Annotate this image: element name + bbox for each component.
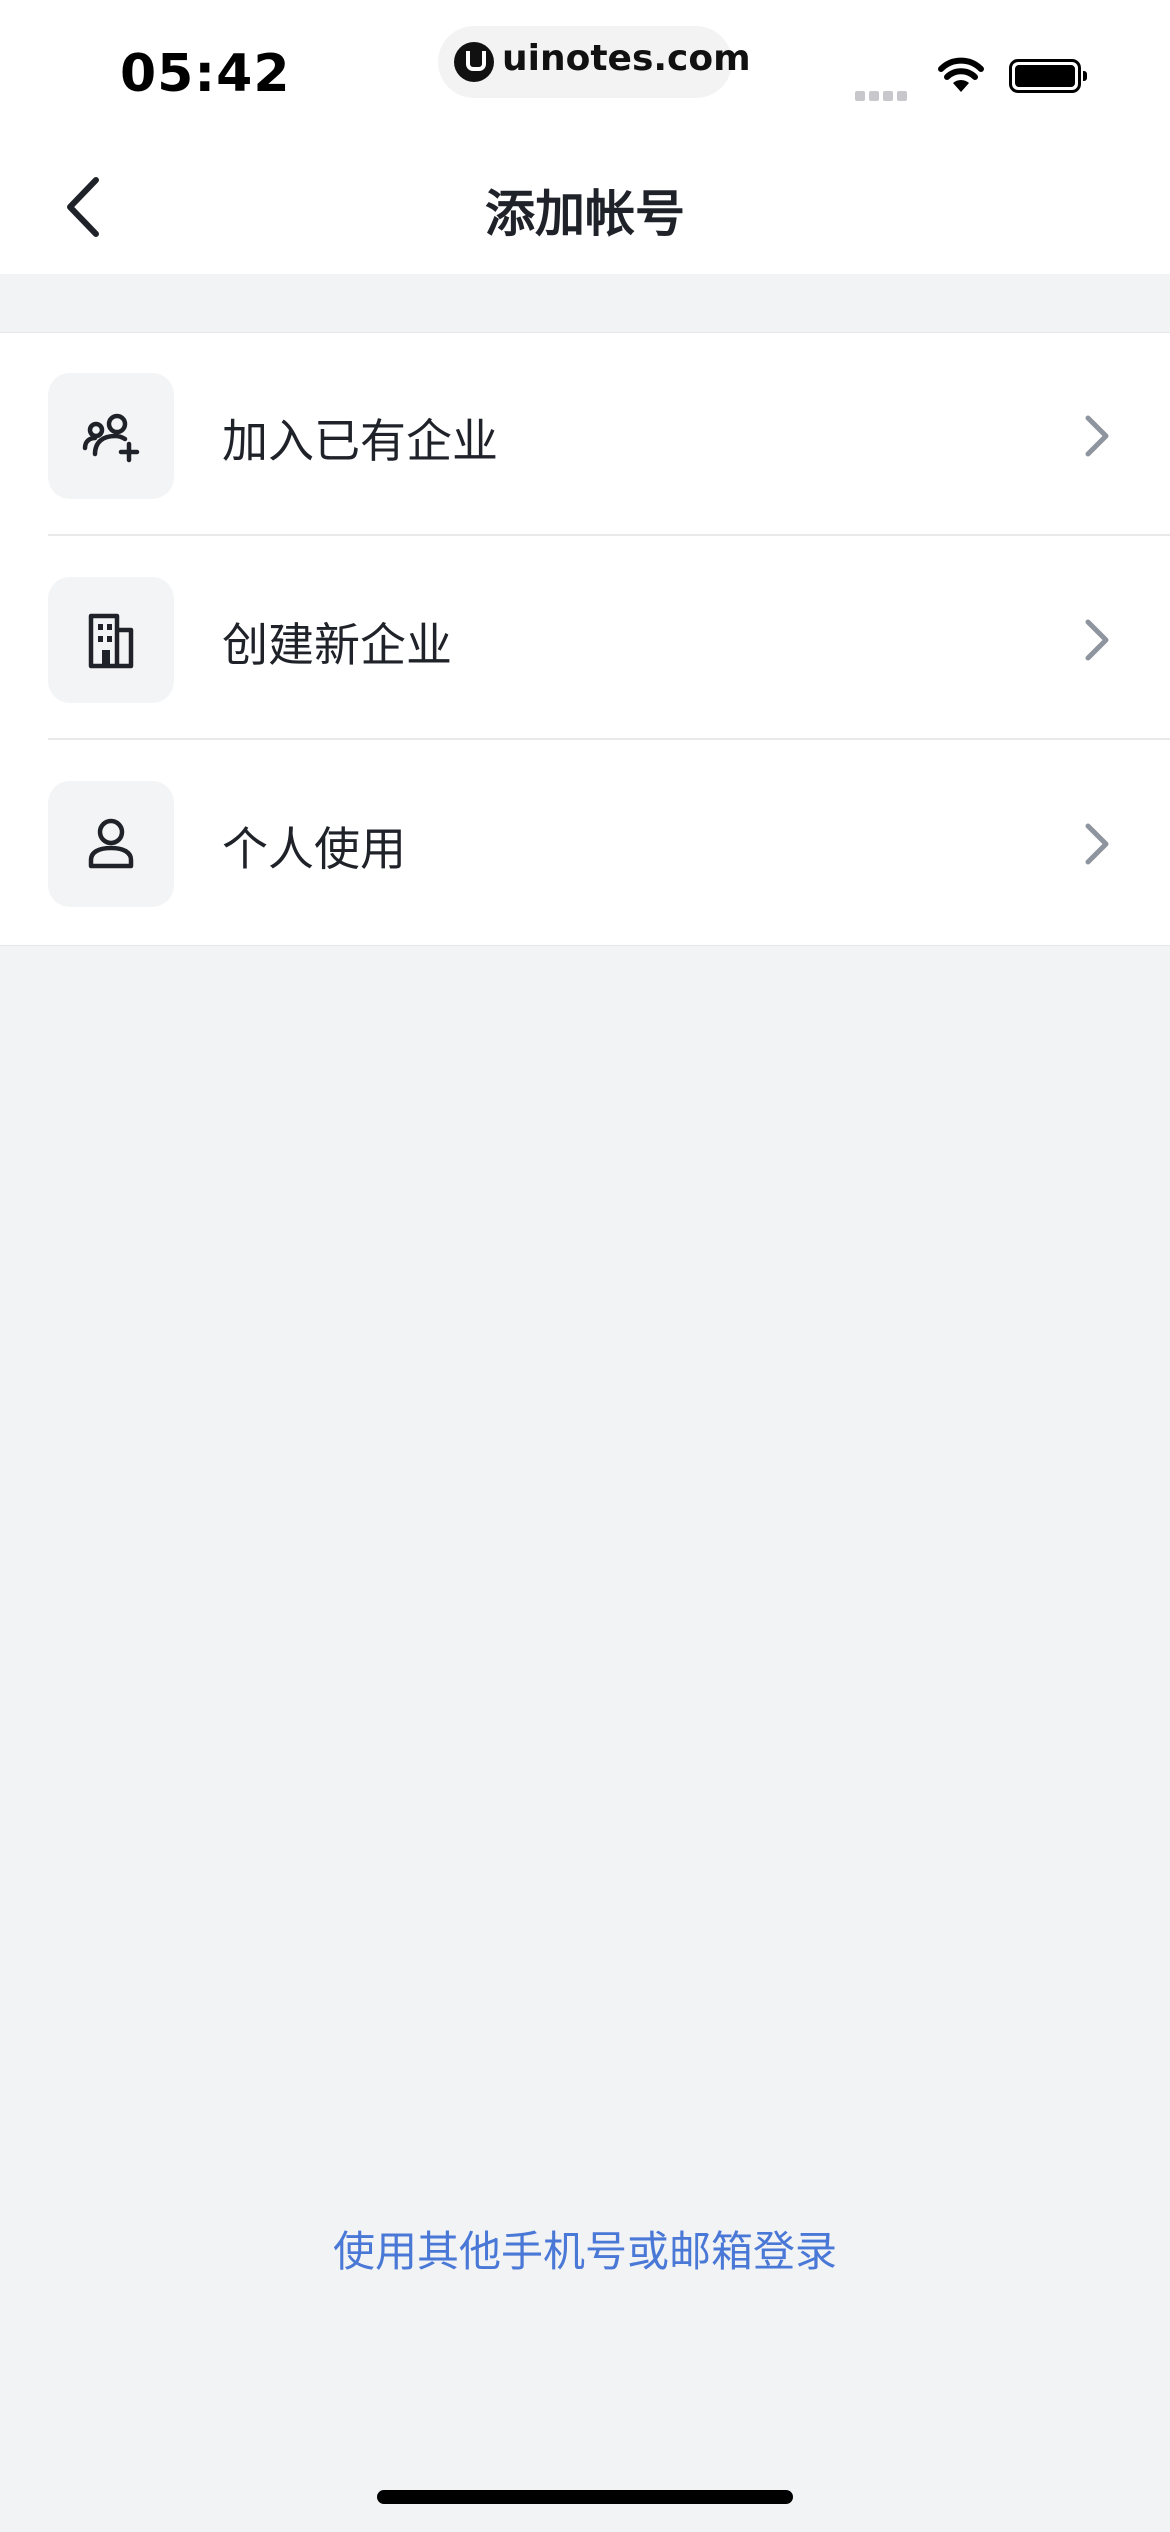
users-add-icon xyxy=(48,373,174,499)
alt-login-link[interactable]: 使用其他手机号或邮箱登录 xyxy=(0,2218,1170,2279)
url-text: uinotes.com xyxy=(502,38,751,79)
chevron-right-icon xyxy=(1082,617,1112,667)
wifi-icon xyxy=(938,56,984,98)
nav-bar: 添加帐号 xyxy=(0,136,1170,274)
battery-icon xyxy=(1009,59,1087,93)
home-indicator[interactable] xyxy=(377,2490,793,2504)
site-logo-icon xyxy=(454,42,494,82)
chevron-right-icon xyxy=(1082,413,1112,463)
personal-use-label: 个人使用 xyxy=(222,822,406,876)
building-icon xyxy=(48,577,174,703)
person-icon xyxy=(48,781,174,907)
create-enterprise-item[interactable]: 创建新企业 xyxy=(0,537,1170,740)
chevron-right-icon xyxy=(1082,821,1112,871)
alt-login-label: 使用其他手机号或邮箱登录 xyxy=(332,2227,837,2276)
status-time: 05:42 xyxy=(120,44,291,104)
join-enterprise-label: 加入已有企业 xyxy=(222,414,498,468)
join-enterprise-item[interactable]: 加入已有企业 xyxy=(0,333,1170,536)
signal-icon xyxy=(855,86,911,105)
create-enterprise-label: 创建新企业 xyxy=(222,618,452,672)
url-pill[interactable]: uinotes.com xyxy=(438,26,751,98)
personal-use-item[interactable]: 个人使用 xyxy=(0,741,1170,944)
status-bar: 05:42 uinotes.com xyxy=(0,0,1170,136)
page-title: 添加帐号 xyxy=(485,185,685,243)
option-list: 加入已有企业 创建新企业 个人使用 xyxy=(0,332,1170,946)
